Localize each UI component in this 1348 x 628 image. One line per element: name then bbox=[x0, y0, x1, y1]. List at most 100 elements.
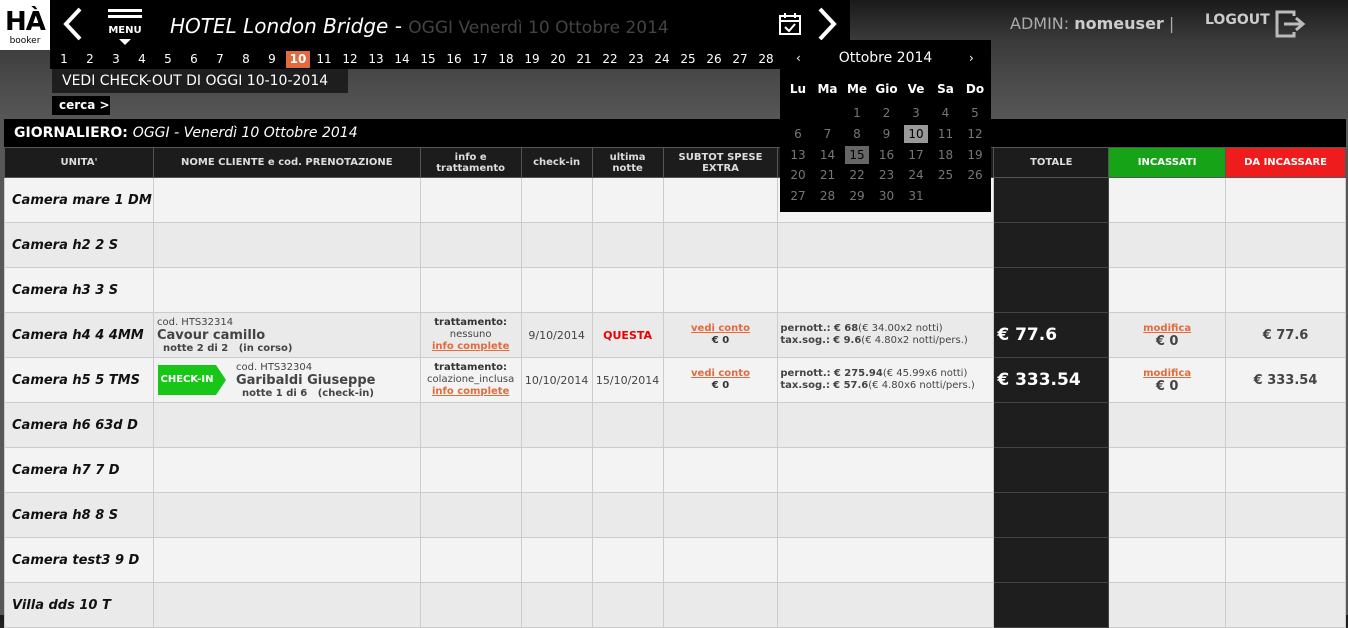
day-22[interactable]: 22 bbox=[598, 51, 622, 68]
day-20[interactable]: 20 bbox=[546, 51, 570, 68]
day-7[interactable]: 7 bbox=[208, 51, 232, 68]
day-4[interactable]: 4 bbox=[130, 51, 154, 68]
calendar-day[interactable]: 15 bbox=[845, 145, 869, 164]
day-27[interactable]: 27 bbox=[728, 51, 752, 68]
view-account-link[interactable]: vedi conto bbox=[691, 323, 750, 334]
calendar-day[interactable]: 8 bbox=[845, 125, 869, 143]
unit-name[interactable]: Villa dds 10 T bbox=[4, 582, 154, 628]
info-complete-link[interactable]: info complete bbox=[432, 386, 509, 397]
unit-name[interactable]: Camera test3 9 D bbox=[4, 537, 154, 583]
day-12[interactable]: 12 bbox=[338, 51, 362, 68]
calendar-day[interactable]: 7 bbox=[816, 125, 840, 143]
checkin-badge[interactable]: CHECK-IN bbox=[157, 365, 226, 395]
calendar-day[interactable]: 29 bbox=[845, 187, 869, 205]
day-28[interactable]: 28 bbox=[754, 51, 778, 68]
day-9[interactable]: 9 bbox=[260, 51, 284, 68]
day-14[interactable]: 14 bbox=[390, 51, 414, 68]
calendar-day[interactable]: 13 bbox=[786, 146, 810, 164]
day-5[interactable]: 5 bbox=[156, 51, 180, 68]
calendar-day[interactable]: 20 bbox=[786, 166, 810, 184]
client-name[interactable]: Cavour camillo bbox=[157, 328, 419, 343]
logout-icon[interactable] bbox=[1274, 10, 1308, 38]
chevron-right-icon[interactable] bbox=[812, 6, 842, 42]
calendar-day[interactable]: 19 bbox=[963, 146, 987, 164]
search-button[interactable]: cerca > bbox=[52, 96, 110, 115]
unit-name[interactable]: Camera h3 3 S bbox=[4, 267, 154, 313]
calendar-day[interactable]: 18 bbox=[934, 146, 958, 164]
col-checkin[interactable]: check-in bbox=[520, 147, 593, 178]
client-cell[interactable] bbox=[152, 402, 421, 448]
calendar-day[interactable]: 2 bbox=[875, 104, 899, 122]
modify-link[interactable]: modifica bbox=[1143, 323, 1191, 334]
calendar-day[interactable]: 21 bbox=[816, 166, 840, 184]
col-unit[interactable]: UNITA' bbox=[4, 147, 154, 178]
calendar-day[interactable]: 26 bbox=[963, 166, 987, 184]
menu-button[interactable]: MENU bbox=[104, 6, 144, 46]
client-cell[interactable] bbox=[152, 492, 421, 538]
day-25[interactable]: 25 bbox=[676, 51, 700, 68]
calendar-day[interactable]: 17 bbox=[904, 146, 928, 164]
calendar-day[interactable]: 22 bbox=[845, 166, 869, 184]
modify-link[interactable]: modifica bbox=[1143, 368, 1191, 379]
client-cell[interactable] bbox=[152, 177, 421, 223]
day-8[interactable]: 8 bbox=[234, 51, 258, 68]
calendar-day[interactable]: 4 bbox=[934, 104, 958, 122]
col-incassati[interactable]: INCASSATI bbox=[1108, 147, 1227, 178]
calendar-next-button[interactable]: › bbox=[969, 51, 974, 65]
client-cell[interactable] bbox=[152, 537, 421, 583]
day-23[interactable]: 23 bbox=[624, 51, 648, 68]
day-24[interactable]: 24 bbox=[650, 51, 674, 68]
day-19[interactable]: 19 bbox=[520, 51, 544, 68]
unit-name[interactable]: Camera h4 4 4MM bbox=[4, 312, 154, 358]
calendar-day[interactable]: 27 bbox=[786, 187, 810, 205]
calendar-day[interactable]: 5 bbox=[963, 104, 987, 122]
day-1[interactable]: 1 bbox=[52, 51, 76, 68]
day-21[interactable]: 21 bbox=[572, 51, 596, 68]
client-cell[interactable] bbox=[152, 267, 421, 313]
day-3[interactable]: 3 bbox=[104, 51, 128, 68]
day-17[interactable]: 17 bbox=[468, 51, 492, 68]
day-10[interactable]: 10 bbox=[286, 51, 310, 68]
day-2[interactable]: 2 bbox=[78, 51, 102, 68]
calendar-day[interactable]: 16 bbox=[875, 146, 899, 164]
chevron-left-icon[interactable] bbox=[58, 6, 88, 42]
col-extra[interactable]: SUBTOT SPESE EXTRA bbox=[662, 147, 779, 178]
unit-name[interactable]: Camera h2 2 S bbox=[4, 222, 154, 268]
calendar-day[interactable]: 23 bbox=[875, 166, 899, 184]
unit-name[interactable]: Camera mare 1 DM bbox=[4, 177, 154, 223]
unit-name[interactable]: Camera h5 5 TMS bbox=[4, 357, 154, 403]
day-18[interactable]: 18 bbox=[494, 51, 518, 68]
calendar-day[interactable]: 10 bbox=[904, 124, 928, 143]
calendar-day[interactable]: 1 bbox=[845, 104, 869, 122]
calendar-check-icon[interactable] bbox=[778, 12, 802, 36]
calendar-day[interactable]: 30 bbox=[875, 187, 899, 205]
admin-username[interactable]: nomeuser bbox=[1074, 14, 1164, 33]
col-client[interactable]: NOME CLIENTE e cod. PRENOTAZIONE bbox=[152, 147, 421, 178]
unit-name[interactable]: Camera h7 7 D bbox=[4, 447, 154, 493]
col-totale[interactable]: TOTALE bbox=[993, 147, 1110, 178]
calendar-day[interactable]: 12 bbox=[963, 125, 987, 143]
calendar-day[interactable]: 28 bbox=[816, 187, 840, 205]
calendar-day[interactable]: 9 bbox=[875, 125, 899, 143]
calendar-day[interactable]: 11 bbox=[934, 125, 958, 143]
client-cell[interactable] bbox=[152, 447, 421, 493]
day-26[interactable]: 26 bbox=[702, 51, 726, 68]
info-complete-link[interactable]: info complete bbox=[432, 341, 509, 352]
day-13[interactable]: 13 bbox=[364, 51, 388, 68]
day-11[interactable]: 11 bbox=[312, 51, 336, 68]
col-da-incassare[interactable]: DA INCASSARE bbox=[1225, 147, 1346, 178]
client-cell[interactable] bbox=[152, 582, 421, 628]
calendar-day[interactable]: 6 bbox=[786, 125, 810, 143]
unit-name[interactable]: Camera h8 8 S bbox=[4, 492, 154, 538]
calendar-day[interactable]: 31 bbox=[904, 187, 928, 205]
logout-button[interactable]: LOGOUT bbox=[1205, 12, 1270, 28]
calendar-day[interactable]: 14 bbox=[816, 146, 840, 164]
calendar-day[interactable]: 24 bbox=[904, 166, 928, 184]
col-last-night[interactable]: ultima notte bbox=[591, 147, 664, 178]
client-name[interactable]: Garibaldi Giuseppe bbox=[236, 373, 376, 388]
view-checkout-button[interactable]: VEDI CHECK-OUT DI OGGI 10-10-2014 bbox=[52, 69, 348, 93]
day-16[interactable]: 16 bbox=[442, 51, 466, 68]
day-15[interactable]: 15 bbox=[416, 51, 440, 68]
unit-name[interactable]: Camera h6 63d D bbox=[4, 402, 154, 448]
view-account-link[interactable]: vedi conto bbox=[691, 368, 750, 379]
